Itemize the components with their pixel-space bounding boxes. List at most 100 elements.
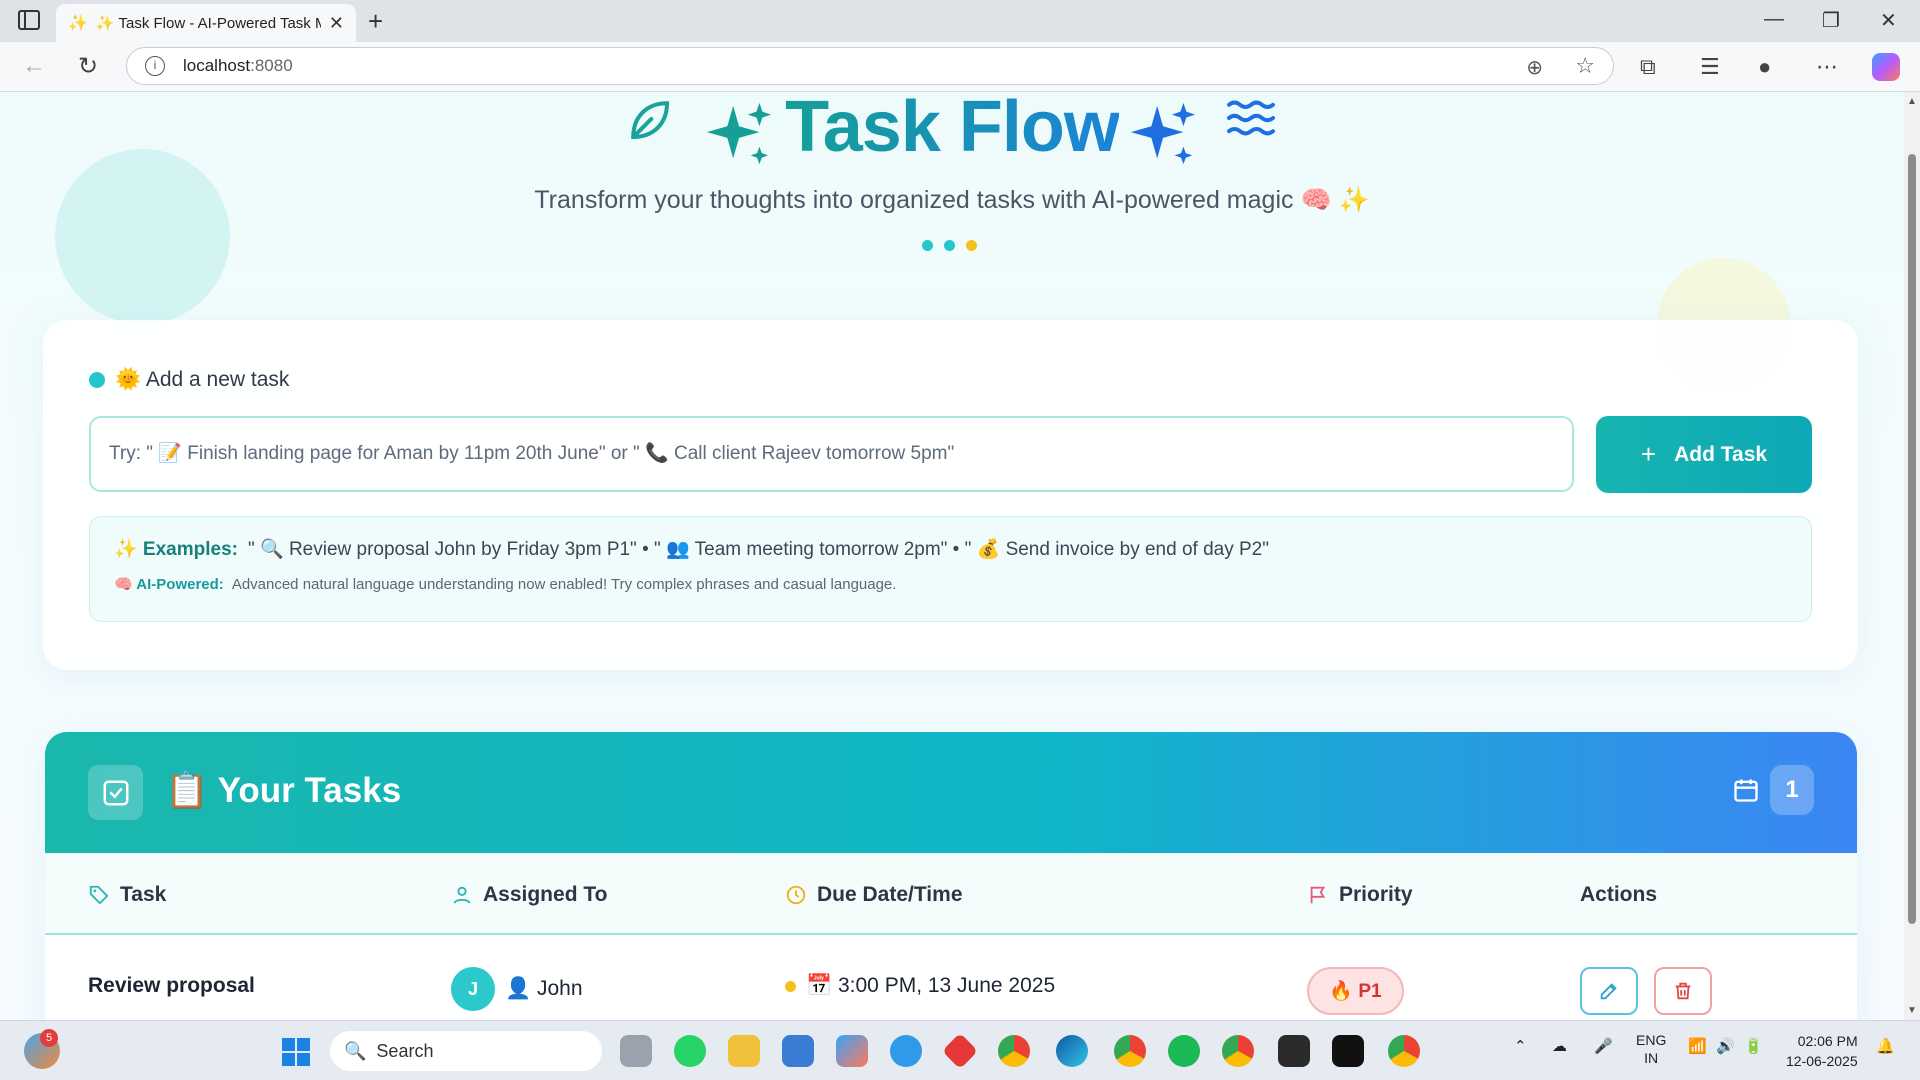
onedrive-icon[interactable]: ☁: [1552, 1037, 1567, 1055]
wifi-icon[interactable]: 📶: [1688, 1037, 1707, 1055]
table-row: Review proposal J 👤 John 📅 3:00 PM, 13 J…: [45, 936, 1857, 1020]
chrome-profile-icon[interactable]: [1388, 1035, 1420, 1067]
terminal-icon[interactable]: [1278, 1035, 1310, 1067]
calendar-icon[interactable]: [1732, 776, 1760, 804]
waves-icon: [1227, 100, 1275, 136]
battery-icon[interactable]: 🔋: [1744, 1037, 1763, 1055]
add-task-button-label: Add Task: [1674, 442, 1768, 466]
help-icon[interactable]: [890, 1035, 922, 1067]
browser-toolbar: ← ↻ i localhost:8080 ⊕ ☆ ⧉ ☰ ● ⋯: [0, 42, 1920, 92]
actions-cell: [1580, 967, 1712, 1015]
assignee-cell: J 👤 John: [451, 967, 583, 1011]
examples-box: ✨ Examples: " 🔍 Review proposal John by F…: [89, 516, 1812, 622]
priority-cell: 🔥 P1: [1307, 967, 1404, 1015]
col-priority-label: Priority: [1339, 883, 1413, 906]
tab-close-icon[interactable]: ✕: [329, 13, 344, 34]
microphone-icon[interactable]: 🎤: [1594, 1037, 1613, 1055]
browser-tab[interactable]: ✨ ✨ Task Flow - AI-Powered Task M ✕: [56, 4, 356, 42]
tab-favicon-icon: ✨: [68, 15, 88, 32]
favorite-star-icon[interactable]: ☆: [1575, 53, 1595, 79]
clock-date: 12-06-2025: [1786, 1053, 1858, 1069]
examples-heading: ✨ Examples:: [114, 539, 238, 560]
notifications-icon[interactable]: 🔔: [1876, 1037, 1895, 1055]
avatar: J: [451, 967, 495, 1011]
browser-tab-bar: ✨ ✨ Task Flow - AI-Powered Task M ✕ + — …: [0, 0, 1920, 42]
task-view-icon[interactable]: [620, 1035, 652, 1067]
dot: [944, 240, 955, 251]
lang-line1: ENG: [1636, 1032, 1667, 1048]
store-icon[interactable]: [782, 1035, 814, 1067]
windows-start-icon[interactable]: [282, 1038, 310, 1066]
decorative-circle: [55, 149, 230, 324]
chrome-profile-icon[interactable]: [1222, 1035, 1254, 1067]
search-icon: 🔍: [344, 1040, 367, 1061]
status-dot: [89, 372, 105, 388]
clock-time: 02:06 PM: [1797, 1033, 1858, 1049]
more-menu-icon[interactable]: ⋯: [1816, 54, 1838, 80]
tray-chevron-icon[interactable]: ⌃: [1514, 1037, 1527, 1055]
col-task-label: Task: [120, 883, 167, 906]
chrome-icon[interactable]: [998, 1035, 1030, 1067]
language-indicator[interactable]: ENG IN: [1636, 1031, 1666, 1067]
close-window-icon[interactable]: ✕: [1880, 8, 1897, 33]
col-actions-label: Actions: [1580, 883, 1658, 906]
new-tab-icon[interactable]: +: [368, 6, 383, 37]
examples-row: ✨ Examples: " 🔍 Review proposal John by F…: [114, 537, 1787, 561]
page-viewport: Task Flow Transform your thoughts into o…: [0, 92, 1904, 1020]
address-bar[interactable]: i localhost:8080 ⊕ ☆: [126, 47, 1614, 85]
plus-icon: +: [1640, 439, 1657, 469]
volume-icon[interactable]: 🔊: [1716, 1037, 1735, 1055]
task-count-badge: 1: [1770, 765, 1814, 815]
trash-icon: [1675, 982, 1691, 1000]
ai-text: Advanced natural language understanding …: [231, 576, 897, 593]
restore-icon[interactable]: ❐: [1822, 8, 1840, 33]
tasks-header: 📋 Your Tasks 1: [45, 732, 1857, 853]
user-icon: [453, 886, 471, 904]
add-task-button[interactable]: + Add Task: [1596, 416, 1812, 493]
tab-title: ✨ Task Flow - AI-Powered Task M: [95, 15, 321, 32]
edge-icon[interactable]: [1056, 1035, 1088, 1067]
ai-heading: 🧠 AI-Powered:: [114, 576, 224, 593]
app-red-icon[interactable]: [941, 1032, 979, 1070]
site-info-icon[interactable]: i: [145, 56, 165, 76]
tab-actions-icon[interactable]: [18, 10, 40, 30]
checkbox-icon: [88, 765, 143, 820]
delete-button[interactable]: [1654, 967, 1712, 1015]
copilot-icon[interactable]: [1872, 53, 1900, 81]
clock-icon: [786, 885, 806, 905]
extensions-icon[interactable]: ⧉: [1640, 54, 1656, 80]
system-clock[interactable]: 02:06 PM 12-06-2025: [1786, 1031, 1858, 1071]
due-cell: 📅 3:00 PM, 13 June 2025: [785, 974, 1055, 998]
cursor-app-icon[interactable]: [1332, 1035, 1364, 1067]
col-actions: Actions: [1580, 883, 1657, 907]
minimize-icon[interactable]: —: [1764, 8, 1784, 31]
tasks-title: 📋 Your Tasks: [165, 771, 402, 810]
scrollbar-thumb[interactable]: [1908, 154, 1916, 924]
tasks-card: 📋 Your Tasks 1 Task Assigned To Due Date…: [45, 732, 1857, 1020]
col-due: Due Date/Time: [785, 883, 963, 907]
app-title: Task Flow: [0, 92, 1904, 168]
scroll-up-icon[interactable]: ▲: [1907, 96, 1917, 107]
zoom-icon[interactable]: ⊕: [1526, 55, 1543, 80]
copilot-app-icon[interactable]: [836, 1035, 868, 1067]
chrome-profile-icon[interactable]: [1114, 1035, 1146, 1067]
taskbar-search[interactable]: 🔍 Search: [330, 1031, 602, 1071]
reload-icon[interactable]: ↻: [78, 52, 98, 81]
assignee-name: 👤 John: [505, 977, 583, 1000]
edit-button[interactable]: [1580, 967, 1638, 1015]
spotify-icon[interactable]: [1168, 1035, 1200, 1067]
file-explorer-icon[interactable]: [728, 1035, 760, 1067]
whatsapp-icon[interactable]: [674, 1035, 706, 1067]
page-scrollbar[interactable]: ▲ ▼: [1904, 92, 1920, 1020]
favorites-icon[interactable]: ☰: [1700, 54, 1720, 80]
os-taskbar: 5 🔍 Search ⌃ ☁ 🎤 ENG IN 📶 🔊 🔋 02:06 PM 1…: [0, 1020, 1920, 1080]
priority-badge: 🔥 P1: [1307, 967, 1404, 1015]
profile-icon[interactable]: ●: [1758, 54, 1771, 80]
back-icon[interactable]: ←: [22, 52, 46, 80]
url-text: localhost:8080: [183, 56, 293, 75]
task-input[interactable]: [89, 416, 1574, 492]
col-due-label: Due Date/Time: [817, 883, 963, 906]
scroll-down-icon[interactable]: ▼: [1907, 1005, 1917, 1016]
flag-icon: [1310, 886, 1326, 904]
dot: [966, 240, 977, 251]
